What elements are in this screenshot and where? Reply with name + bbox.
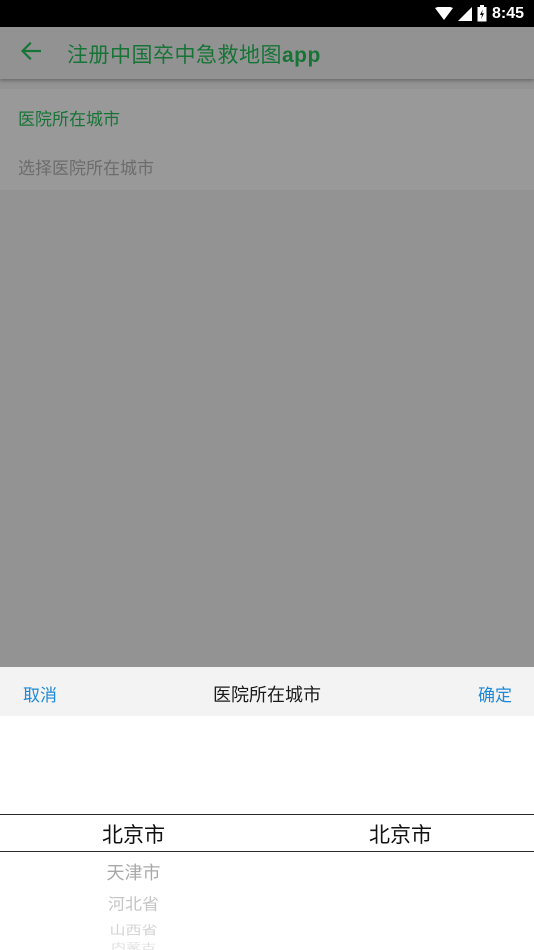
hospital-city-field[interactable]: 医院所在城市 选择医院所在城市 bbox=[0, 89, 534, 190]
hospital-city-input[interactable]: 选择医院所在城市 bbox=[18, 154, 154, 179]
signal-icon bbox=[457, 6, 472, 21]
page-title: 注册中国卒中急救地图app bbox=[67, 39, 321, 69]
page-title-latin: app bbox=[282, 44, 321, 67]
city-picker-sheet: 取消 医院所在城市 确定 北京市 天津市 河北省 山西省 内蒙古 北京市 bbox=[0, 667, 534, 950]
province-wheel[interactable]: 北京市 天津市 河北省 山西省 内蒙古 bbox=[0, 817, 267, 950]
province-selected[interactable]: 北京市 bbox=[0, 819, 267, 849]
province-option[interactable]: 内蒙古 bbox=[0, 941, 267, 950]
confirm-button[interactable]: 确定 bbox=[478, 681, 512, 706]
hospital-city-label: 医院所在城市 bbox=[18, 110, 120, 130]
status-icons: 8:45 bbox=[434, 3, 524, 24]
province-option[interactable]: 天津市 bbox=[0, 859, 267, 885]
city-wheel[interactable]: 北京市 bbox=[267, 817, 534, 950]
battery-icon bbox=[477, 5, 487, 22]
picker-header: 取消 医院所在城市 确定 bbox=[0, 667, 534, 716]
back-button[interactable] bbox=[14, 37, 48, 69]
page-title-cn: 注册中国卒中急救地图 bbox=[67, 43, 282, 67]
status-time: 8:45 bbox=[491, 4, 524, 22]
selection-divider-top bbox=[0, 814, 534, 815]
province-option[interactable]: 山西省 bbox=[0, 920, 267, 939]
wifi-icon bbox=[434, 6, 453, 21]
city-selected[interactable]: 北京市 bbox=[267, 819, 534, 849]
province-option[interactable]: 河北省 bbox=[0, 891, 267, 914]
picker-title: 医院所在城市 bbox=[213, 685, 321, 706]
app-bar: 注册中国卒中急救地图app bbox=[0, 27, 534, 79]
status-bar: 8:45 bbox=[0, 0, 534, 27]
arrow-left-icon bbox=[20, 41, 42, 64]
